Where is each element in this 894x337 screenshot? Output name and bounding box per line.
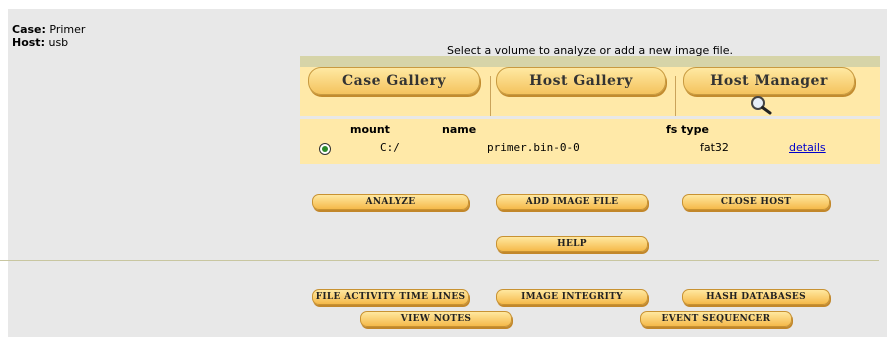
tab-host-gallery[interactable]: Host Gallery (496, 67, 666, 95)
tab-separator (490, 76, 491, 116)
volume-name: primer.bin-0-0 (487, 141, 580, 154)
tab-bar-top (300, 56, 880, 67)
gallery-tab-bar: Case Gallery Host Gallery Host Manager (300, 56, 880, 116)
hash-databases-button[interactable]: Hash Databases (682, 289, 830, 305)
column-header-name: name (442, 123, 477, 136)
close-host-button[interactable]: Close Host (682, 194, 830, 210)
tab-host-manager[interactable]: Host Manager (683, 67, 855, 95)
volume-fs-type: fat32 (700, 141, 729, 154)
host-value: usb (48, 36, 69, 49)
column-header-mount: mount (350, 123, 390, 136)
analyze-button[interactable]: Analyze (312, 194, 469, 210)
view-notes-button[interactable]: View Notes (360, 311, 512, 327)
file-activity-time-lines-button[interactable]: File Activity Time Lines (312, 289, 469, 305)
image-integrity-button[interactable]: Image Integrity (496, 289, 648, 305)
case-label: Case: (12, 23, 46, 36)
help-button[interactable]: Help (496, 236, 648, 252)
case-value: Primer (49, 23, 86, 36)
volume-radio-button[interactable] (319, 143, 331, 155)
case-info: Case: Primer (12, 23, 85, 36)
add-image-file-button[interactable]: Add Image File (496, 194, 648, 210)
section-divider (0, 260, 879, 261)
radio-selected-dot (322, 146, 328, 152)
event-sequencer-button[interactable]: Event Sequencer (640, 311, 792, 327)
column-header-fs-type: fs type (666, 123, 709, 136)
tab-separator (675, 76, 676, 116)
host-label: Host: (12, 36, 45, 49)
details-link[interactable]: details (789, 141, 826, 154)
volume-table: mount name fs type C:/ primer.bin-0-0 fa… (300, 119, 880, 164)
volume-mount: C:/ (380, 141, 400, 154)
tab-case-gallery[interactable]: Case Gallery (308, 67, 480, 95)
magnifier-icon (751, 96, 772, 115)
host-info: Host: usb (12, 36, 68, 49)
